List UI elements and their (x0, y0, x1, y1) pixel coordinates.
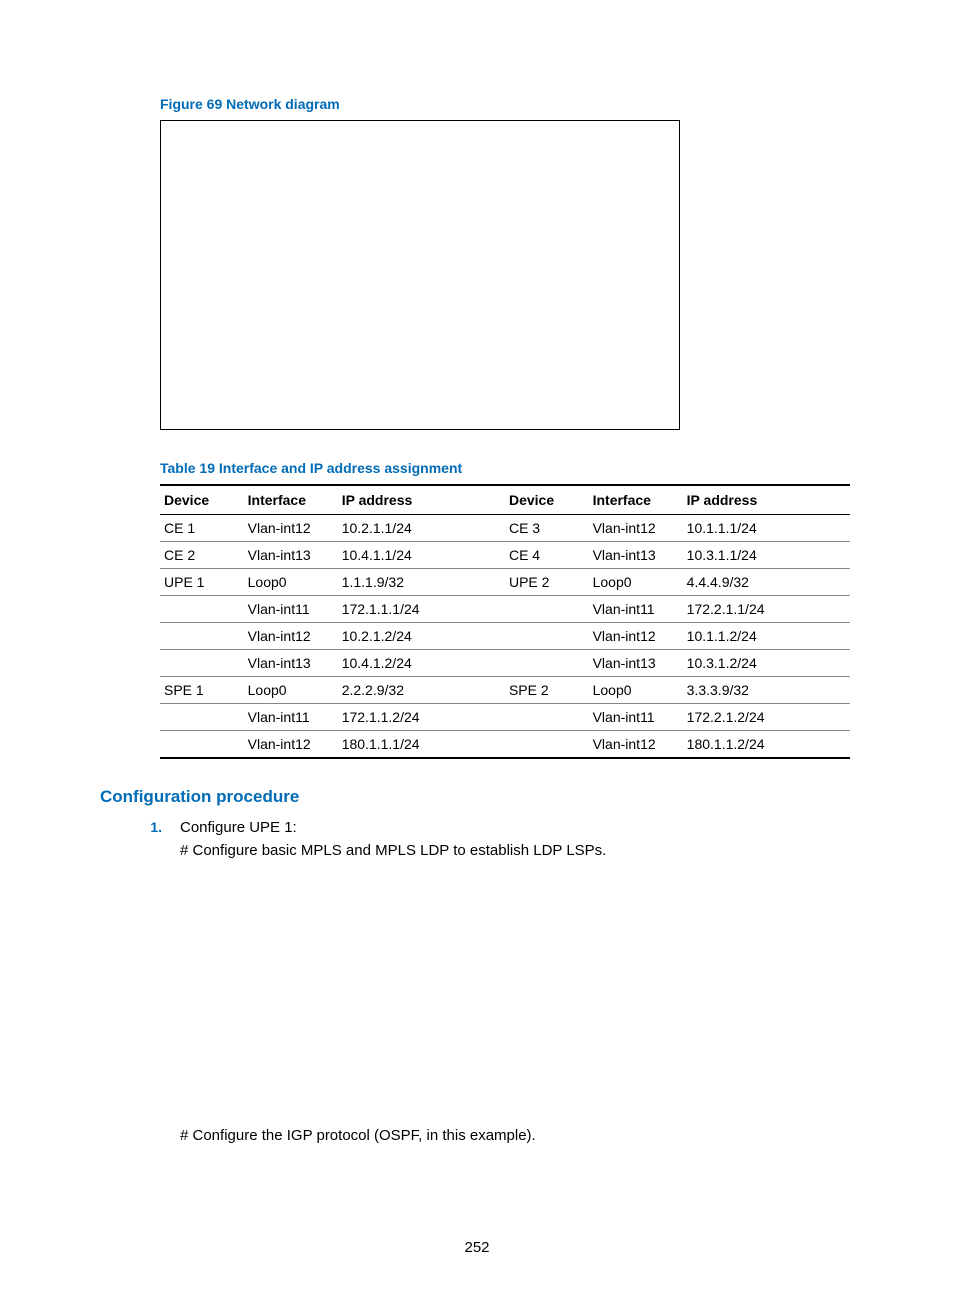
table-cell: CE 4 (505, 542, 589, 569)
table-cell: 10.1.1.2/24 (683, 623, 850, 650)
table-cell: 10.3.1.1/24 (683, 542, 850, 569)
table-row: CE 1Vlan-int1210.2.1.1/24CE 3Vlan-int121… (160, 515, 850, 542)
table-row: Vlan-int1310.4.1.2/24Vlan-int1310.3.1.2/… (160, 650, 850, 677)
table-cell: CE 2 (160, 542, 244, 569)
table-cell: Vlan-int11 (589, 596, 683, 623)
config-comment-line: # Configure basic MPLS and MPLS LDP to e… (180, 842, 854, 859)
table-cell: Vlan-int12 (244, 515, 338, 542)
table-cell: Vlan-int12 (589, 515, 683, 542)
table-cell (505, 731, 589, 759)
table-cell: 10.1.1.1/24 (683, 515, 850, 542)
table-cell (505, 623, 589, 650)
table-cell: 172.1.1.1/24 (338, 596, 505, 623)
table-cell: 3.3.3.9/32 (683, 677, 850, 704)
col-header: Device (505, 485, 589, 515)
table-cell: SPE 2 (505, 677, 589, 704)
table-row: CE 2Vlan-int1310.4.1.1/24CE 4Vlan-int131… (160, 542, 850, 569)
table-cell: CE 3 (505, 515, 589, 542)
table-row: Vlan-int11172.1.1.1/24Vlan-int11172.2.1.… (160, 596, 850, 623)
procedure-step: 1. Configure UPE 1: (140, 819, 854, 836)
step-text: Configure UPE 1: (180, 819, 297, 836)
table-cell (160, 704, 244, 731)
table-cell: 172.2.1.2/24 (683, 704, 850, 731)
table-cell (160, 731, 244, 759)
table-cell: Loop0 (589, 677, 683, 704)
document-page: Figure 69 Network diagram Table 19 Inter… (0, 0, 954, 1296)
table-cell: 10.4.1.2/24 (338, 650, 505, 677)
table-cell: Loop0 (589, 569, 683, 596)
table-row: SPE 1Loop02.2.2.9/32SPE 2Loop03.3.3.9/32 (160, 677, 850, 704)
interface-ip-table: Device Interface IP address Device Inter… (160, 484, 850, 759)
table-cell: Loop0 (244, 569, 338, 596)
table-cell: 180.1.1.1/24 (338, 731, 505, 759)
table-cell (505, 704, 589, 731)
table-cell: Vlan-int13 (244, 542, 338, 569)
table-cell: Vlan-int13 (589, 542, 683, 569)
table-cell: SPE 1 (160, 677, 244, 704)
table-cell (160, 623, 244, 650)
section-heading: Configuration procedure (100, 787, 854, 807)
table-row: Vlan-int12180.1.1.1/24Vlan-int12180.1.1.… (160, 731, 850, 759)
col-header: IP address (338, 485, 505, 515)
table-caption: Table 19 Interface and IP address assign… (160, 460, 854, 476)
figure-block: Figure 69 Network diagram Table 19 Inter… (160, 96, 854, 759)
table-row: Vlan-int1210.2.1.2/24Vlan-int1210.1.1.2/… (160, 623, 850, 650)
table-cell: Loop0 (244, 677, 338, 704)
table-cell: 2.2.2.9/32 (338, 677, 505, 704)
table-cell: Vlan-int13 (244, 650, 338, 677)
table-cell: Vlan-int11 (244, 704, 338, 731)
col-header: Interface (244, 485, 338, 515)
table-cell: Vlan-int12 (589, 623, 683, 650)
table-cell: Vlan-int11 (589, 704, 683, 731)
table-row: Vlan-int11172.1.1.2/24Vlan-int11172.2.1.… (160, 704, 850, 731)
table-cell: 172.1.1.2/24 (338, 704, 505, 731)
col-header: Interface (589, 485, 683, 515)
table-header-row: Device Interface IP address Device Inter… (160, 485, 850, 515)
table-cell: 1.1.1.9/32 (338, 569, 505, 596)
table-cell (160, 650, 244, 677)
step-number: 1. (140, 819, 162, 836)
table-cell (160, 596, 244, 623)
table-cell: Vlan-int13 (589, 650, 683, 677)
table-row: UPE 1Loop01.1.1.9/32UPE 2Loop04.4.4.9/32 (160, 569, 850, 596)
network-diagram-placeholder (160, 120, 680, 430)
figure-caption: Figure 69 Network diagram (160, 96, 854, 112)
table-cell: Vlan-int12 (244, 731, 338, 759)
table-cell (505, 596, 589, 623)
table-cell: 10.2.1.1/24 (338, 515, 505, 542)
table-cell: UPE 2 (505, 569, 589, 596)
table-cell: Vlan-int12 (589, 731, 683, 759)
col-header: IP address (683, 485, 850, 515)
table-cell: 10.3.1.2/24 (683, 650, 850, 677)
table-cell: Vlan-int11 (244, 596, 338, 623)
config-comment-line: # Configure the IGP protocol (OSPF, in t… (180, 1127, 854, 1144)
content-gap (100, 863, 854, 1123)
table-cell: CE 1 (160, 515, 244, 542)
table-cell: 180.1.1.2/24 (683, 731, 850, 759)
table-cell (505, 650, 589, 677)
table-cell: Vlan-int12 (244, 623, 338, 650)
table-cell: 172.2.1.1/24 (683, 596, 850, 623)
table-cell: 10.4.1.1/24 (338, 542, 505, 569)
page-number: 252 (0, 1239, 954, 1256)
table-cell: 10.2.1.2/24 (338, 623, 505, 650)
col-header: Device (160, 485, 244, 515)
table-cell: UPE 1 (160, 569, 244, 596)
table-cell: 4.4.4.9/32 (683, 569, 850, 596)
